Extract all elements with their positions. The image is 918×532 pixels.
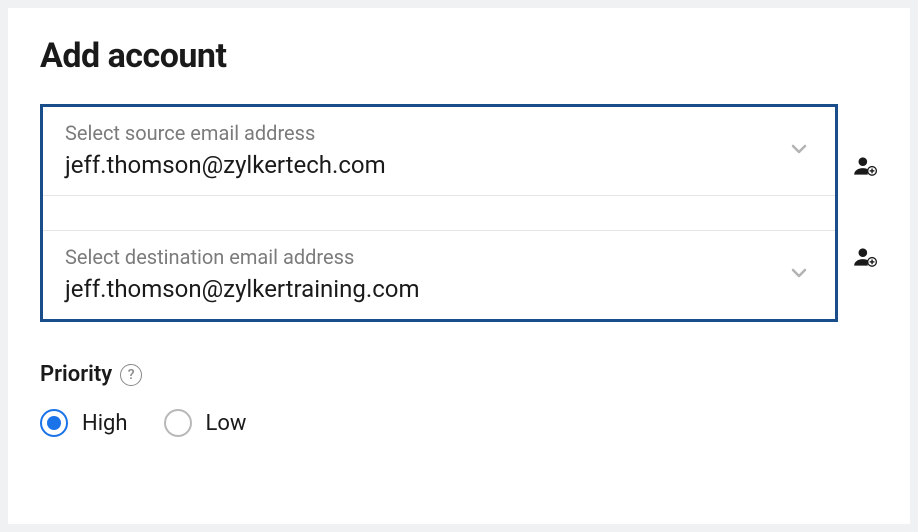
chevron-down-icon [787, 137, 811, 165]
priority-radio-group: High Low [40, 409, 878, 437]
radio-label: Low [206, 411, 247, 436]
radio-label: High [82, 411, 128, 436]
side-icons-column [852, 104, 878, 322]
radio-unselected-icon [164, 409, 192, 437]
source-email-value: jeff.thomson@zylkertech.com [65, 151, 813, 179]
priority-label: Priority [40, 362, 112, 387]
source-email-select[interactable]: Select source email address jeff.thomson… [43, 107, 835, 195]
help-icon[interactable]: ? [120, 364, 142, 386]
selector-spacer [43, 195, 835, 231]
source-email-label: Select source email address [65, 121, 813, 145]
radio-selected-icon [40, 409, 68, 437]
chevron-down-icon [787, 261, 811, 289]
add-account-panel: Add account Select source email address … [8, 8, 910, 524]
add-user-icon[interactable] [852, 153, 878, 183]
priority-header: Priority ? [40, 362, 878, 387]
destination-email-label: Select destination email address [65, 245, 813, 269]
priority-section: Priority ? High Low [40, 362, 878, 437]
priority-radio-low[interactable]: Low [164, 409, 247, 437]
email-selectors: Select source email address jeff.thomson… [40, 104, 838, 322]
destination-email-select[interactable]: Select destination email address jeff.th… [43, 231, 835, 319]
destination-email-value: jeff.thomson@zylkertraining.com [65, 275, 813, 303]
email-selectors-row: Select source email address jeff.thomson… [40, 104, 878, 322]
priority-radio-high[interactable]: High [40, 409, 128, 437]
add-user-icon[interactable] [852, 244, 878, 274]
page-title: Add account [40, 36, 878, 76]
